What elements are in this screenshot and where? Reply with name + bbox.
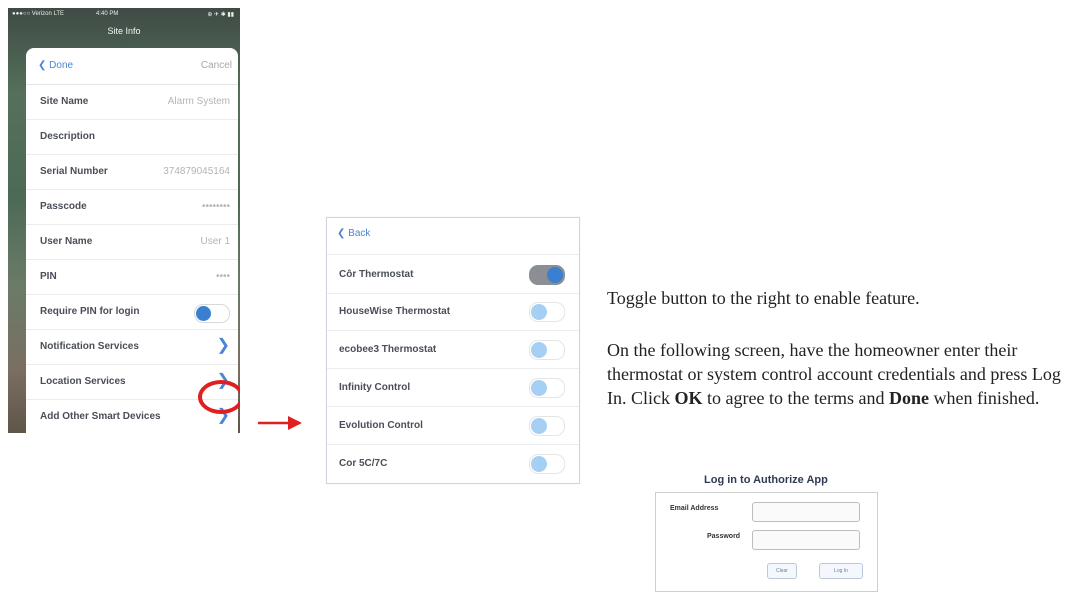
highlight-circle <box>198 380 240 414</box>
pin-value: •••• <box>215 271 230 282</box>
toggle-knob <box>531 380 547 396</box>
row-label: Notification Services <box>40 341 139 352</box>
email-field[interactable] <box>752 502 860 522</box>
row-label: Site Name <box>40 96 89 107</box>
instruction-toggle: Toggle button to the right to enable fea… <box>607 288 920 308</box>
housewise-thermostat-toggle[interactable] <box>529 302 565 322</box>
site-name-value: Alarm System <box>167 96 230 107</box>
passcode-value: •••••••• <box>201 201 230 212</box>
row-label: Location Services <box>40 376 126 387</box>
row-label: Passcode <box>40 201 87 212</box>
chevron-right-icon: ❯ <box>216 337 230 354</box>
sheet-nav-bar: ❮ Done Cancel <box>26 48 238 85</box>
toggle-knob <box>531 342 547 358</box>
login-button[interactable]: Log In <box>819 563 863 579</box>
device-row: Côr Thermostat <box>327 254 579 294</box>
toggle-knob <box>531 418 547 434</box>
device-label: Côr Thermostat <box>339 269 414 280</box>
row-passcode[interactable]: Passcode •••••••• <box>26 190 238 225</box>
login-title: Log in to Authorize App <box>704 474 828 486</box>
device-label: Infinity Control <box>339 382 411 393</box>
ok-emphasis: OK <box>674 388 703 408</box>
ecobee3-thermostat-toggle[interactable] <box>529 340 565 360</box>
instruction-text: when finished. <box>928 388 1040 408</box>
cancel-button[interactable]: Cancel <box>201 60 232 71</box>
device-row: HouseWise Thermostat <box>327 292 579 331</box>
row-label: Require PIN for login <box>40 306 140 317</box>
back-button[interactable]: ❮ Back <box>337 228 370 239</box>
instruction-login: On the following screen, have the homeow… <box>607 338 1067 410</box>
device-label: ecobee3 Thermostat <box>339 344 437 355</box>
row-label: Serial Number <box>40 166 108 177</box>
device-row: Infinity Control <box>327 368 579 407</box>
site-info-screenshot: ●●●○○ Verizon LTE 4:40 PM ⊕ ✈ ✱ ▮▮ Site … <box>8 8 240 433</box>
page-title: Site Info <box>107 26 141 36</box>
device-row: Cor 5C/7C <box>327 444 579 482</box>
carrier-label: ●●●○○ Verizon LTE <box>12 11 65 17</box>
require-pin-toggle[interactable] <box>194 304 230 323</box>
done-label: Done <box>49 60 74 71</box>
toggle-knob <box>547 267 563 283</box>
instruction-text: to agree to the terms and <box>702 388 889 408</box>
site-info-sheet: ❮ Done Cancel Site Name Alarm System Des… <box>26 48 238 433</box>
row-label: Description <box>40 131 96 142</box>
password-label: Password <box>707 533 741 540</box>
arrow-right-icon <box>258 416 302 430</box>
toggle-knob <box>531 456 547 472</box>
login-form: Email Address Password Clear Log In <box>655 492 878 592</box>
user-name-value: User 1 <box>200 236 230 247</box>
row-description[interactable]: Description <box>26 120 238 155</box>
row-site-name[interactable]: Site Name Alarm System <box>26 85 238 120</box>
row-notification-services[interactable]: Notification Services ❯ <box>26 330 238 365</box>
clear-button[interactable]: Clear <box>767 563 797 579</box>
email-label: Email Address <box>670 505 719 512</box>
row-pin[interactable]: PIN •••• <box>26 260 238 295</box>
status-icons: ⊕ ✈ ✱ ▮▮ <box>207 12 234 18</box>
device-label: HouseWise Thermostat <box>339 306 451 317</box>
device-row: Evolution Control <box>327 406 579 445</box>
evolution-control-toggle[interactable] <box>529 416 565 436</box>
row-user-name[interactable]: User Name User 1 <box>26 225 238 260</box>
cor-thermostat-toggle[interactable] <box>529 265 565 285</box>
row-label: Add Other Smart Devices <box>40 411 161 422</box>
status-time: 4:40 PM <box>96 11 119 17</box>
chevron-left-icon: ❮ <box>337 228 346 239</box>
row-require-pin: Require PIN for login <box>26 295 238 330</box>
status-bar: ●●●○○ Verizon LTE 4:40 PM ⊕ ✈ ✱ ▮▮ <box>8 8 240 22</box>
cor-5c-7c-toggle[interactable] <box>529 454 565 474</box>
serial-number-value: 374879045164 <box>163 166 230 177</box>
chevron-left-icon: ❮ <box>38 60 47 71</box>
row-label: PIN <box>40 271 57 282</box>
toggle-knob <box>531 304 547 320</box>
row-serial-number[interactable]: Serial Number 374879045164 <box>26 155 238 190</box>
infinity-control-toggle[interactable] <box>529 378 565 398</box>
done-emphasis: Done <box>888 388 929 408</box>
device-row: ecobee3 Thermostat <box>327 330 579 369</box>
toggle-knob <box>196 306 211 321</box>
device-label: Evolution Control <box>339 420 423 431</box>
done-button[interactable]: ❮ Done <box>38 60 73 71</box>
row-label: User Name <box>40 236 93 247</box>
back-label: Back <box>348 228 371 239</box>
device-label: Cor 5C/7C <box>339 458 388 469</box>
password-field[interactable] <box>752 530 860 550</box>
smart-devices-screenshot: ❮ Back Côr Thermostat HouseWise Thermost… <box>326 217 580 484</box>
